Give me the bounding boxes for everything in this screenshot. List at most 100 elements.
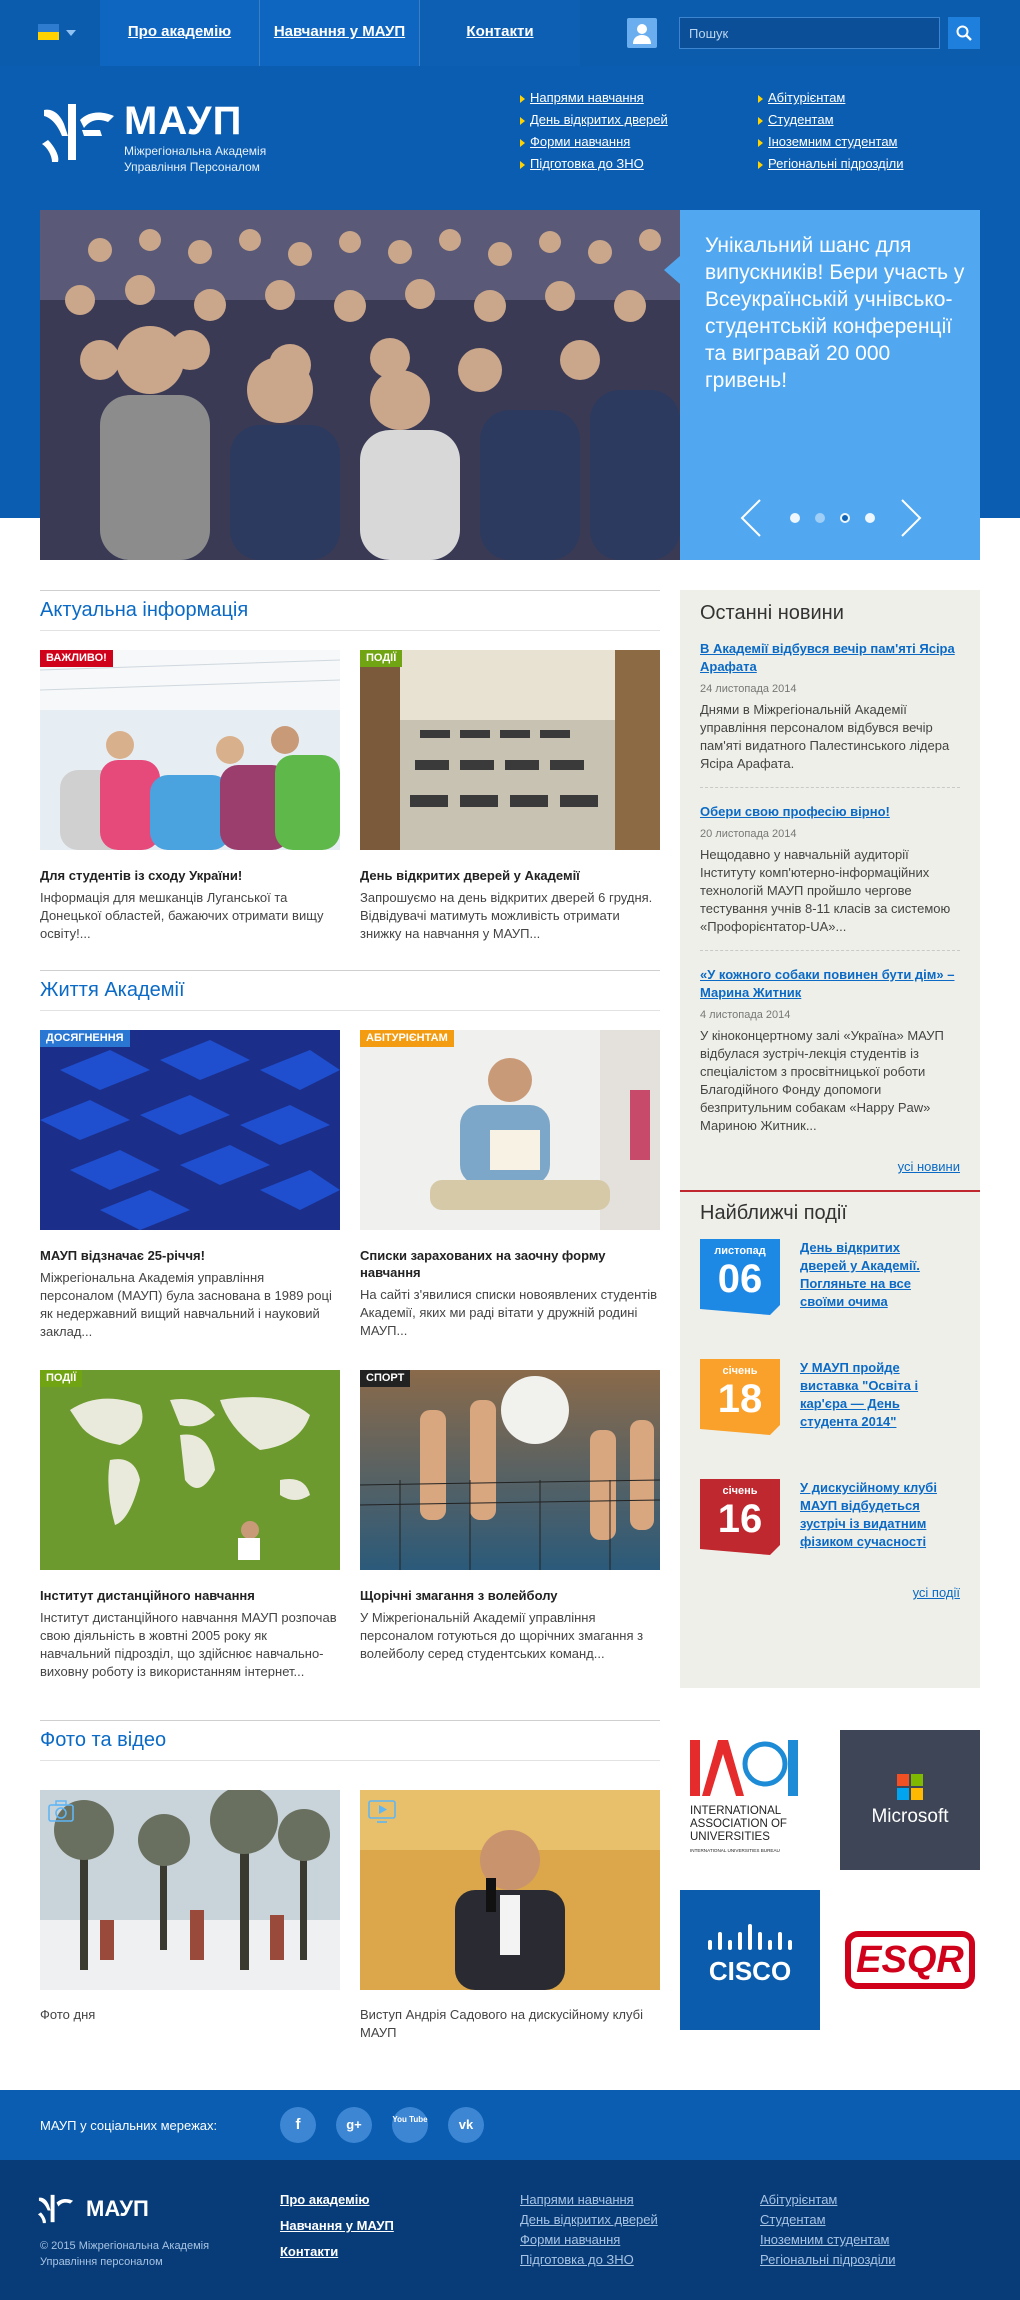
footer: МАУП © 2015 Міжрегіональна Академія Упра… [0,2160,1020,2300]
card-text: Інститут дистанційного навчання МАУП роз… [40,1610,337,1679]
news-card[interactable]: Важливо! Для студентів із сходу України!… [40,650,340,943]
card-image[interactable]: Досягнення [40,1030,340,1230]
vk-icon[interactable]: vk [448,2107,484,2143]
nav-about[interactable]: Про академію [100,0,260,66]
search-button[interactable] [948,17,980,49]
card-image[interactable] [40,1790,340,1990]
footer-link[interactable]: Абітурієнтам [760,2192,837,2207]
card-image[interactable]: Події [40,1370,340,1570]
all-events-link[interactable]: усі події [680,1585,980,1600]
card-image[interactable] [360,1790,660,1990]
header-nav-item: Іноземним студентам [758,134,903,156]
footer-link[interactable]: Про академію [280,2192,369,2207]
header-nav-item: Підготовка до ЗНО [520,156,668,178]
event-title[interactable]: У дискусійному клубі МАУП відбудеться зу… [800,1479,950,1551]
event-title[interactable]: У МАУП пройде виставка "Освіта і кар'єра… [800,1359,950,1431]
slider-image[interactable] [40,210,680,560]
footer-link[interactable]: Студентам [760,2212,826,2227]
card-title[interactable]: Списки зарахованих на заочну форму навча… [360,1247,660,1281]
iau-logo-icon: INTERNATIONAL ASSOCIATION OF UNIVERSITIE… [690,1740,798,1853]
partner-cisco[interactable]: CISCO [680,1890,820,2030]
news-title[interactable]: В Академії відбувся вечір пам'яті Ясіра … [700,640,960,676]
slider-dot[interactable] [790,513,800,523]
footer-link[interactable]: Контакти [280,2244,338,2259]
section-title-media: Фото та відео [40,1720,660,1752]
nav-link-directions[interactable]: Напрями навчання [530,90,644,105]
footer-link[interactable]: Напрями навчання [520,2192,634,2207]
section-title-actual: Актуальна інформація [40,590,660,622]
footer-link[interactable]: Навчання у МАУП [280,2218,394,2233]
news-card[interactable]: Досягнення МАУП відзначає 25-річчя! Міжр… [40,1030,340,1341]
chevron-right-icon[interactable] [900,498,922,538]
search-input[interactable] [680,18,908,48]
news-title[interactable]: Обери свою професію вірно! [700,803,960,821]
news-card[interactable]: Спорт Щорічні змагання з волейболу У Між… [360,1370,660,1663]
news-date: 4 листопада 2014 [700,1009,791,1021]
footer-link[interactable]: Іноземним студентам [760,2232,890,2247]
nav-contacts[interactable]: Контакти [420,0,580,66]
youtube-icon[interactable]: You Tube [392,2107,428,2143]
card-image[interactable]: Спорт [360,1370,660,1570]
slider-dot[interactable] [865,513,875,523]
language-flag-icon[interactable] [38,24,59,40]
event-day: 06 [717,1257,763,1301]
nav-link-applicants[interactable]: Абітурієнтам [768,90,845,105]
news-card[interactable]: Події Інститут дистанційного навчання Ін… [40,1370,340,1681]
footer-col-people: Абітурієнтам Студентам Іноземним студент… [760,2190,895,2270]
badge-applicants: Абітурієнтам [360,1030,454,1047]
nav-link-foreign[interactable]: Іноземним студентам [768,134,898,149]
news-date: 20 листопада 2014 [700,828,797,840]
chevron-down-icon[interactable] [66,30,76,36]
nav-study[interactable]: Навчання у МАУП [260,0,420,66]
footer-link[interactable]: День відкритих дверей [520,2212,658,2227]
social-label: МАУП у соціальних мережах: [40,2118,218,2133]
news-title[interactable]: «У кожного собаки повинен бути дім» – Ма… [700,966,960,1002]
nav-link-students[interactable]: Студентам [768,112,834,127]
card-text: Інформація для мешканців Луганської та Д… [40,890,324,941]
nav-link-zno[interactable]: Підготовка до ЗНО [530,156,644,171]
footer-link[interactable]: Підготовка до ЗНО [520,2252,634,2267]
card-image[interactable]: Події [360,650,660,850]
media-card[interactable]: Фото дня [40,1790,340,2024]
chevron-left-icon[interactable] [740,498,762,538]
media-card[interactable]: Виступ Андрія Садового на дискусійному к… [360,1790,660,2042]
badge-achievement: Досягнення [40,1030,130,1047]
card-title[interactable]: Щорічні змагання з волейболу [360,1587,660,1604]
logo-mark-icon [42,104,114,162]
card-image[interactable]: Важливо! [40,650,340,850]
card-title[interactable]: Для студентів із сходу України! [40,867,340,884]
user-icon[interactable] [627,18,657,48]
google-plus-icon[interactable]: g+ [336,2107,372,2143]
svg-text:ESQR: ESQR [856,1939,964,1981]
partner-esqr[interactable]: ESQR [840,1890,980,2030]
badge-important: Важливо! [40,650,113,667]
badge-events: Події [360,650,403,667]
card-title[interactable]: Інститут дистанційного навчання [40,1587,340,1604]
card-title[interactable]: МАУП відзначає 25-річчя! [40,1247,340,1264]
all-news-link[interactable]: усі новини [680,1149,980,1174]
nav-link-open-day[interactable]: День відкритих дверей [530,112,668,127]
card-image[interactable]: Абітурієнтам [360,1030,660,1230]
nav-link-regional[interactable]: Регіональні підрозділи [768,156,903,171]
media-caption[interactable]: Фото дня [40,2006,340,2024]
event-day: 16 [717,1497,763,1541]
footer-link[interactable]: Регіональні підрозділи [760,2252,895,2267]
slider-dot-active[interactable] [840,513,850,523]
card-title[interactable]: День відкритих дверей у Академії [360,867,660,884]
footer-logo[interactable]: МАУП [36,2192,149,2226]
slider-text[interactable]: Унікальний шанс для випускників! Бери уч… [705,232,965,394]
logo[interactable]: МАУП Міжрегіональна Академія Управління … [38,100,266,174]
slider-dot[interactable] [815,513,825,523]
news-card[interactable]: Абітурієнтам Списки зарахованих на заочн… [360,1030,660,1340]
event-item: січень 18 У МАУП пройде виставка "Освіта… [700,1345,960,1465]
nav-link-study-forms[interactable]: Форми навчання [530,134,630,149]
media-caption[interactable]: Виступ Андрія Садового на дискусійному к… [360,2006,660,2042]
footer-link[interactable]: Форми навчання [520,2232,620,2247]
facebook-icon[interactable]: f [280,2107,316,2143]
news-card[interactable]: Події День відкритих дверей у Академії З… [360,650,660,943]
partner-iau[interactable]: INTERNATIONAL ASSOCIATION OF UNIVERSITIE… [680,1730,820,1870]
footer-logo-text: МАУП [86,2196,149,2221]
event-title[interactable]: День відкритих дверей у Академії. Поглян… [800,1239,950,1311]
partner-microsoft[interactable]: Microsoft [840,1730,980,1870]
top-bar: Про академію Навчання у МАУП Контакти [0,0,1020,66]
